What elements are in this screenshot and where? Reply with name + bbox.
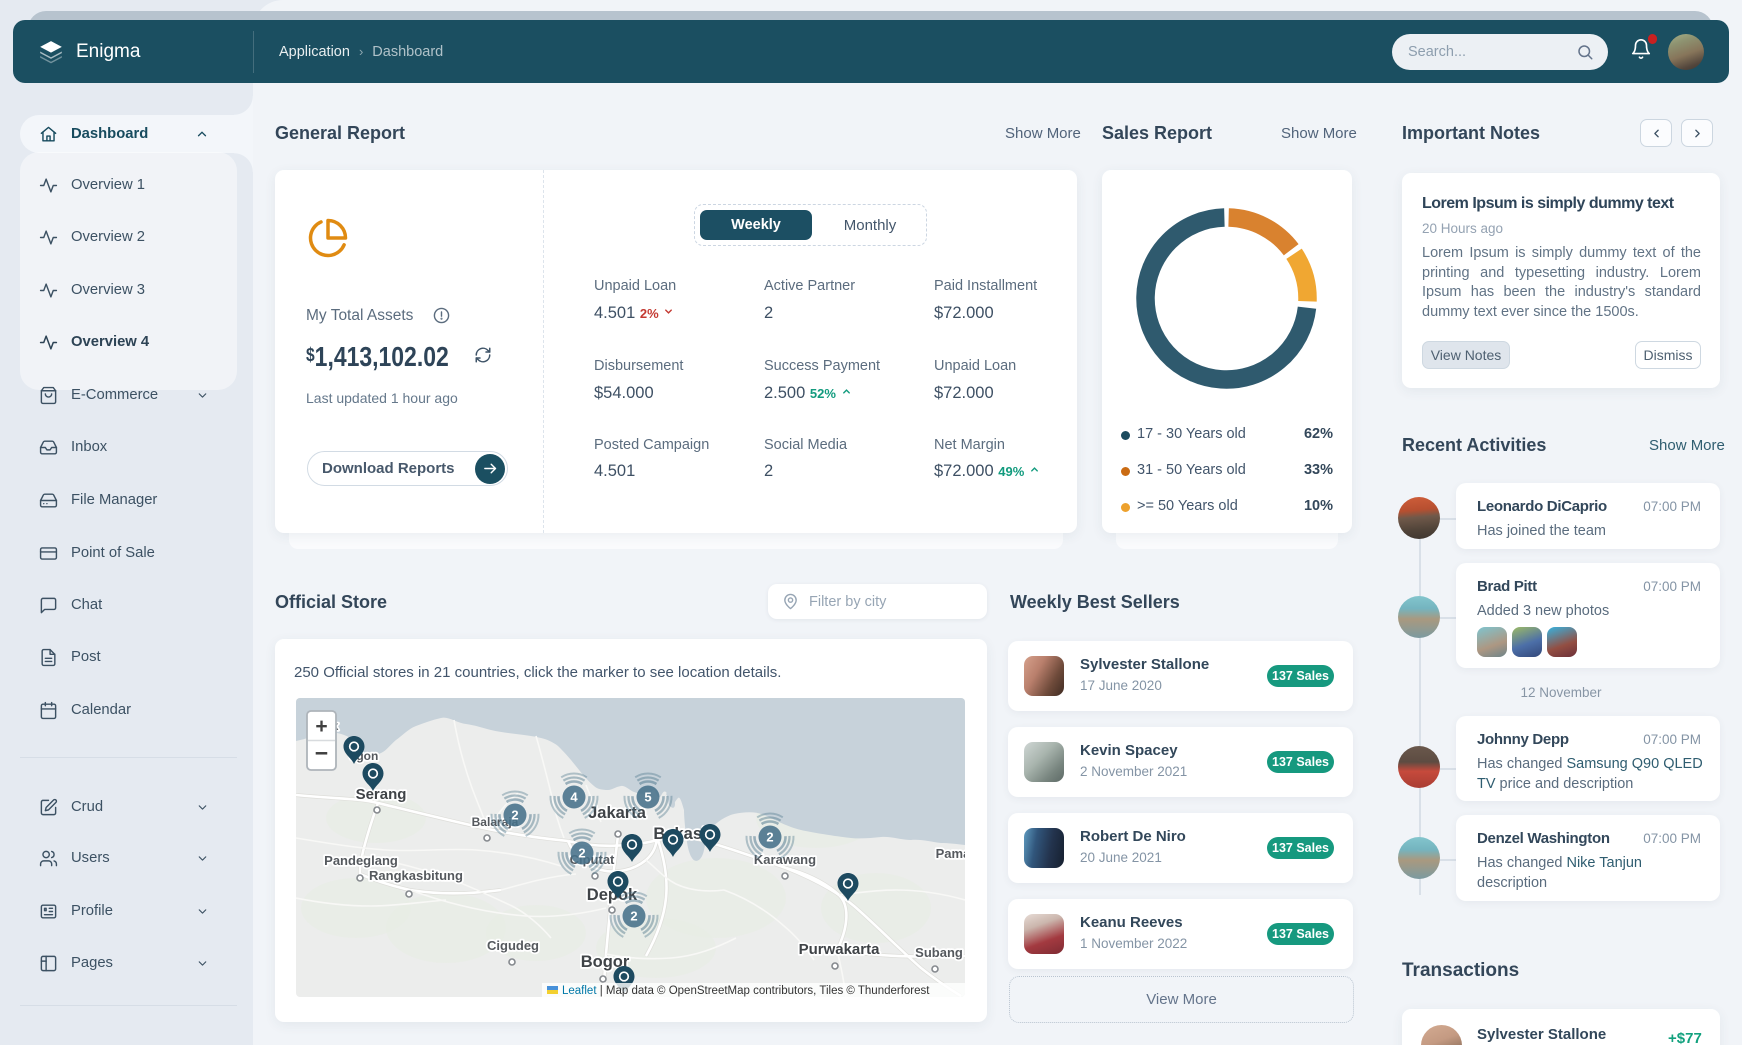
svg-text:Rangkasbitung: Rangkasbitung <box>369 868 463 883</box>
svg-text:Subang: Subang <box>915 945 963 960</box>
svg-text:5: 5 <box>644 790 651 805</box>
svg-text:−: − <box>315 740 328 766</box>
svg-text:Purwakarta: Purwakarta <box>799 941 881 958</box>
svg-text:Serang: Serang <box>356 786 407 803</box>
svg-text:2: 2 <box>630 909 637 924</box>
svg-text:2: 2 <box>578 846 585 861</box>
svg-text:Pama: Pama <box>936 846 965 861</box>
svg-text:Cigudeg: Cigudeg <box>487 938 539 953</box>
svg-text:Leaflet | Map data © OpenStree: Leaflet | Map data © OpenStreetMap contr… <box>562 985 930 997</box>
svg-text:2: 2 <box>766 830 773 845</box>
svg-text:2: 2 <box>511 808 518 823</box>
svg-text:4: 4 <box>570 790 578 805</box>
svg-text:+: + <box>315 715 327 738</box>
svg-text:Pandeglang: Pandeglang <box>324 853 398 868</box>
